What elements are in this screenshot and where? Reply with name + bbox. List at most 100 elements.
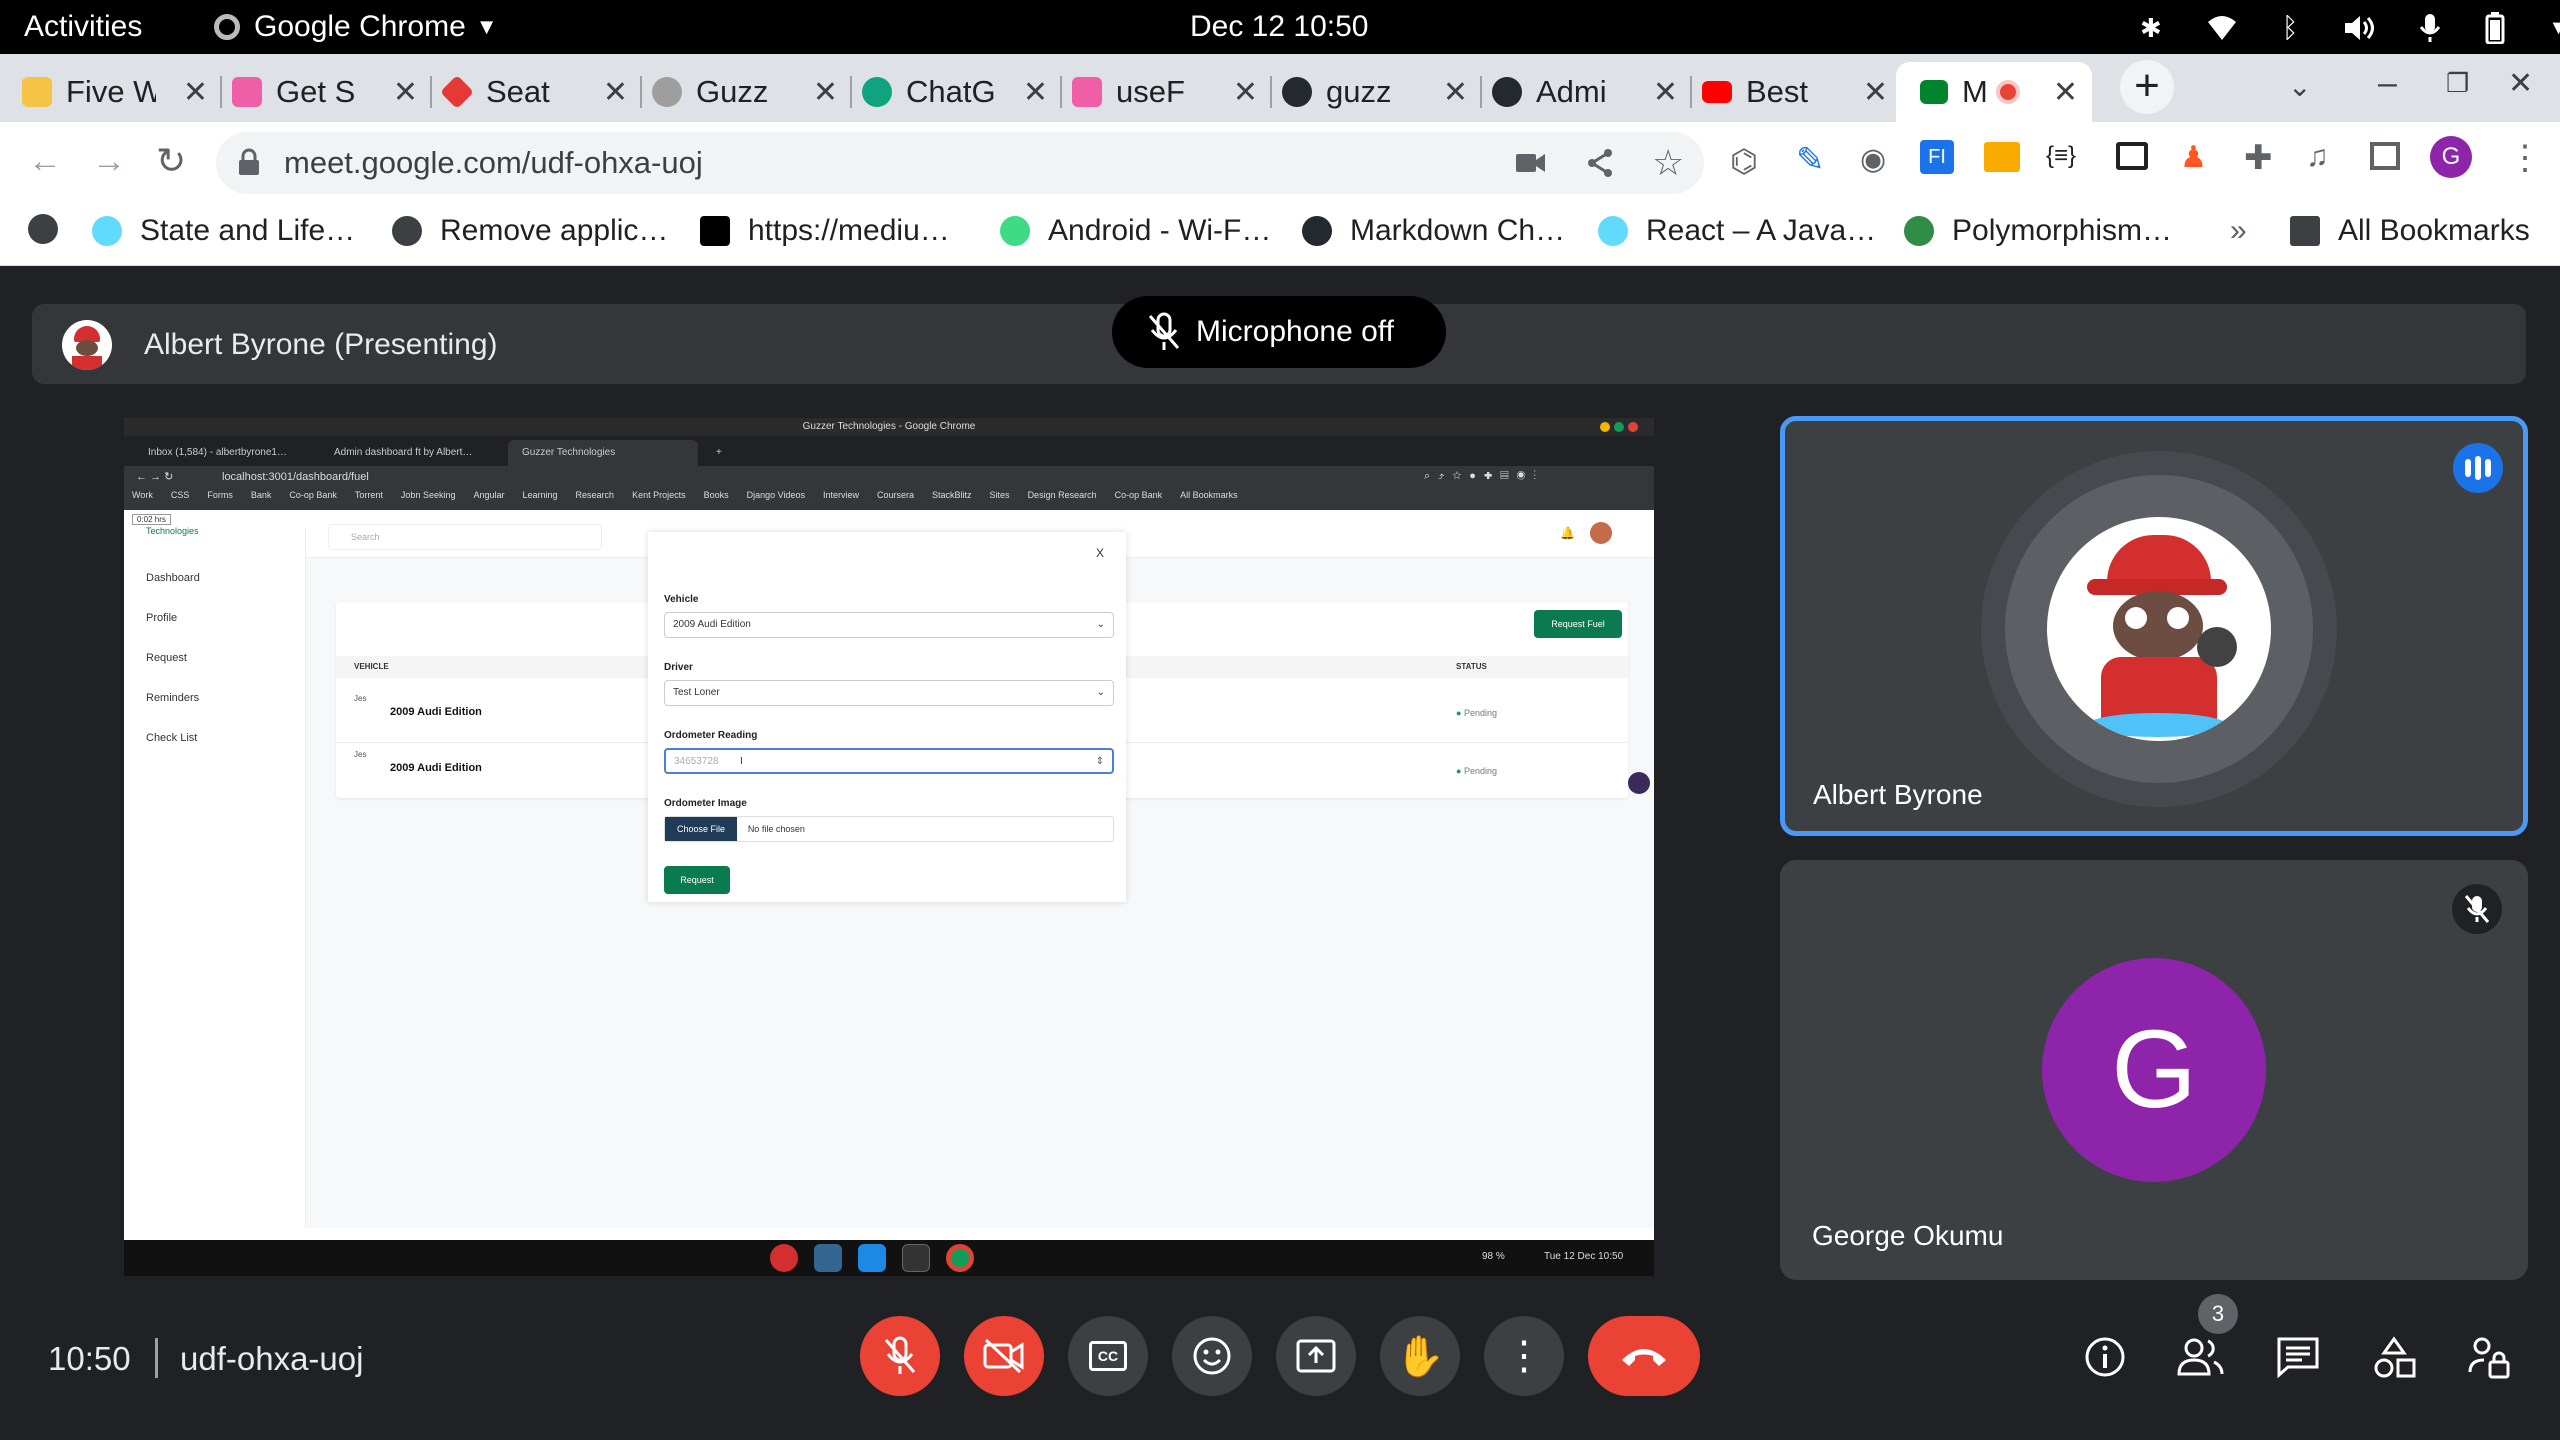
activities-shapes-icon[interactable]	[2372, 1336, 2416, 1380]
profile-avatar[interactable]: G	[2430, 136, 2472, 178]
bookmark-globe[interactable]	[28, 214, 58, 244]
close-tab-icon[interactable]: ✕	[2053, 75, 2078, 110]
presenter-avatar	[62, 320, 112, 370]
globe-icon	[28, 214, 58, 244]
close-window-icon[interactable]: ✕	[2508, 66, 2533, 101]
tab-7[interactable]: guzz ✕	[1282, 62, 1482, 122]
reload-icon[interactable]: ↻	[156, 140, 186, 182]
shared-vehicle-label: Vehicle	[664, 594, 699, 605]
tab-2[interactable]: Get S ✕	[232, 62, 432, 122]
color-picker-icon[interactable]: ✎	[1796, 140, 1825, 180]
close-tab-icon[interactable]: ✕	[1023, 75, 1048, 110]
tab-6[interactable]: useF ✕	[1072, 62, 1272, 122]
picture-in-picture-icon[interactable]	[2116, 142, 2148, 170]
company-logo-text: Technologies	[146, 526, 199, 536]
tab-3[interactable]: Seat ✕	[442, 62, 642, 122]
shared-sidebar-request: Request	[146, 652, 187, 664]
extension-icon[interactable]	[1984, 142, 2020, 172]
forward-icon[interactable]: →	[92, 142, 126, 181]
activities-button[interactable]: Activities	[24, 10, 142, 44]
media-controls-icon[interactable]: ♫	[2306, 140, 2329, 174]
system-clock[interactable]: Dec 12 10:50	[1190, 10, 1368, 44]
close-tab-icon[interactable]: ✕	[393, 75, 418, 110]
side-panel-icon[interactable]	[2370, 142, 2400, 170]
tab-favicon-icon	[232, 77, 262, 107]
tab-9[interactable]: Best ✕	[1702, 62, 1902, 122]
tab-8[interactable]: Admi ✕	[1492, 62, 1692, 122]
tab-5[interactable]: ChatG ✕	[862, 62, 1062, 122]
bookmark-item[interactable]: Markdown Ch…	[1302, 214, 1565, 248]
meeting-info-icon[interactable]	[2084, 1336, 2126, 1378]
tab-title: guzz	[1326, 74, 1392, 109]
bookmark-item[interactable]: Remove applic…	[392, 214, 668, 248]
browser-toolbar: ← → ↻ meet.google.com/udf-ohxa-uoj ☆ ⌬ ✎…	[0, 122, 2560, 204]
camera-icon[interactable]	[1516, 152, 1546, 174]
back-icon[interactable]: ←	[28, 142, 62, 181]
minimize-icon[interactable]: –	[2378, 64, 2397, 103]
address-bar[interactable]: meet.google.com/udf-ohxa-uoj ☆	[216, 132, 1704, 194]
close-tab-icon[interactable]: ✕	[1233, 75, 1258, 110]
folder-icon	[2290, 216, 2320, 246]
bluetooth-icon: ᛒ	[2281, 12, 2299, 43]
all-bookmarks[interactable]: All Bookmarks	[2290, 214, 2530, 248]
restore-icon[interactable]: ❐	[2446, 68, 2469, 99]
host-controls-lock-icon[interactable]	[2468, 1336, 2510, 1380]
shared-app-sidebar: 0:02 hrs Technologies Dashboard Profile …	[124, 514, 306, 1228]
participant-tile-george[interactable]: G George Okumu	[1780, 860, 2528, 1280]
app-menu[interactable]: Google Chrome ▼	[214, 10, 498, 44]
shared-tab-strip: Inbox (1,584) - albertbyrone1… Admin das…	[124, 436, 1654, 466]
toast-text: Microphone off	[1196, 315, 1394, 348]
albert-avatar	[2047, 517, 2271, 741]
json-viewer-icon[interactable]: {≡}	[2046, 142, 2076, 170]
close-tab-icon[interactable]: ✕	[813, 75, 838, 110]
shared-col-vehicle: VEHICLE	[354, 662, 389, 671]
reactions-button[interactable]	[1172, 1316, 1252, 1396]
shared-bookmarks-bar: Work CSS Forms Bank Co-op Bank Torrent Jobn Se…	[124, 490, 1654, 510]
kebab-menu-icon[interactable]: ⋮	[2508, 138, 2542, 178]
close-tab-icon[interactable]: ✕	[1863, 75, 1888, 110]
shared-screen: Guzzer Technologies - Google Chrome Inbo…	[124, 418, 1654, 1276]
bookmark-item[interactable]: State and Life…	[92, 214, 355, 248]
close-tab-icon[interactable]: ✕	[1443, 75, 1468, 110]
screenshot-icon[interactable]: ◉	[1860, 142, 1886, 177]
extension-icon[interactable]: ♟	[2180, 140, 2207, 175]
present-screen-button[interactable]	[1276, 1316, 1356, 1396]
more-options-button[interactable]: ⋮	[1484, 1316, 1564, 1396]
tab-search-chevron-icon[interactable]: ⌄	[2288, 70, 2311, 103]
bookmarks-overflow[interactable]: »	[2230, 214, 2247, 248]
divider	[155, 1338, 158, 1378]
share-icon[interactable]	[1586, 148, 1614, 178]
tab-4[interactable]: Guzz ✕	[652, 62, 852, 122]
microphone-toggle-button[interactable]	[860, 1316, 940, 1396]
tab-title: ChatG	[906, 74, 996, 109]
bookmark-item[interactable]: https://mediu…	[700, 214, 950, 248]
close-tab-icon[interactable]: ✕	[1653, 75, 1678, 110]
chat-icon[interactable]	[2276, 1336, 2320, 1378]
android-icon	[1000, 216, 1030, 246]
camera-toggle-button[interactable]	[964, 1316, 1044, 1396]
system-tray[interactable]: ✱ ᛒ ▼	[2140, 12, 2560, 44]
bookmark-item[interactable]: Android - Wi-F…	[1000, 214, 1271, 248]
close-tab-icon[interactable]: ✕	[603, 75, 628, 110]
bookmark-item[interactable]: React – A Java…	[1598, 214, 1876, 248]
leave-call-button[interactable]	[1588, 1316, 1700, 1396]
fi-extension-icon[interactable]: FI	[1920, 140, 1954, 174]
close-tab-icon[interactable]: ✕	[183, 75, 208, 110]
shared-sidebar-dashboard: Dashboard	[146, 572, 200, 584]
shared-request-button: Request	[664, 866, 730, 894]
participant-tile-albert[interactable]: Albert Byrone	[1780, 416, 2528, 836]
people-icon[interactable]	[2176, 1336, 2224, 1378]
bookmark-star-icon[interactable]: ☆	[1652, 142, 1684, 184]
bookmark-item[interactable]: Polymorphism…	[1904, 214, 2172, 248]
extensions-puzzle-icon[interactable]: ✚	[2244, 138, 2273, 178]
shared-request-fuel-button: Request Fuel	[1534, 610, 1622, 638]
tab-1[interactable]: Five W ✕	[22, 62, 222, 122]
raise-hand-button[interactable]: ✋	[1380, 1316, 1460, 1396]
shared-battery-status: 98 %	[1482, 1251, 1505, 1262]
tab-google-meet-active[interactable]: M ✕	[1896, 62, 2092, 122]
microphone-off-icon	[884, 1336, 916, 1374]
extension-icon[interactable]: ⌬	[1730, 142, 1758, 180]
shared-file-input: Choose File No file chosen	[664, 816, 1114, 842]
new-tab-button[interactable]: +	[2120, 60, 2174, 114]
captions-button[interactable]: CC	[1068, 1316, 1148, 1396]
